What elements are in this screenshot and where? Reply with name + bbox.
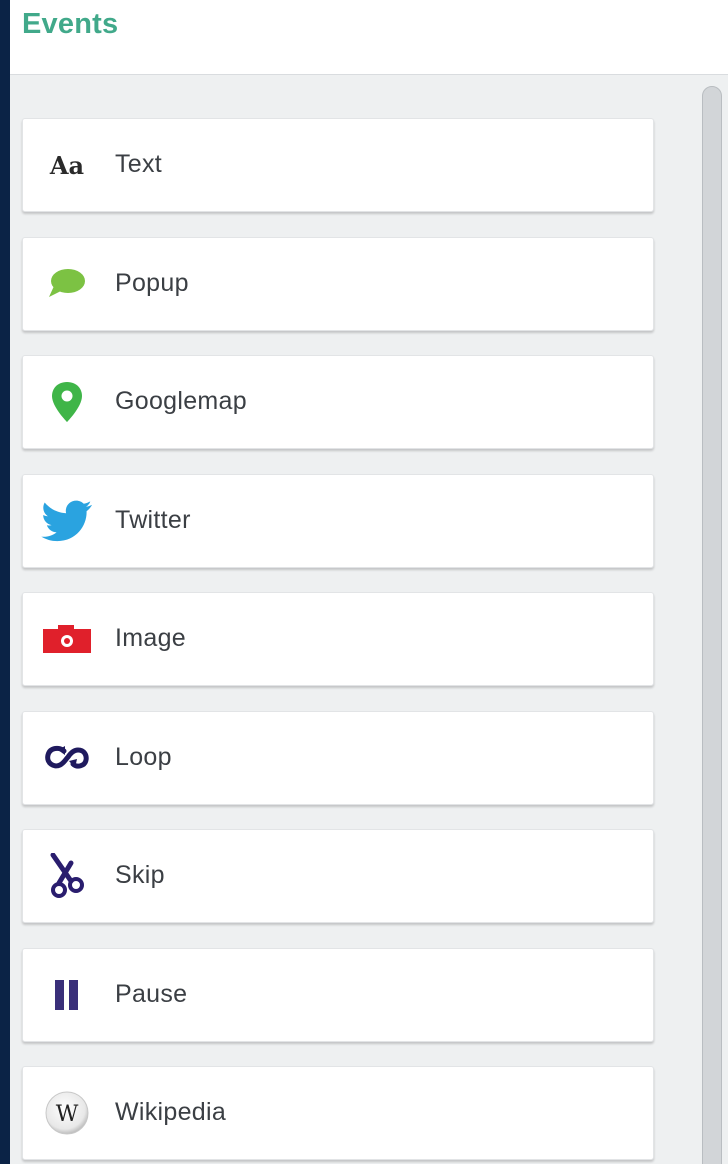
event-label: Wikipedia <box>115 1098 227 1126</box>
event-item-popup[interactable]: Popup <box>22 236 654 331</box>
event-item-image[interactable]: Image <box>22 592 654 686</box>
event-label: Loop <box>115 742 172 771</box>
text-icon: Aa <box>49 150 85 180</box>
map-pin-icon <box>41 378 93 426</box>
wikipedia-icon: W <box>41 1089 93 1137</box>
event-item-googlemap[interactable]: Googlemap <box>22 355 654 449</box>
loop-icon <box>41 734 93 782</box>
speech-bubble-icon <box>41 260 93 308</box>
event-item-pause[interactable]: Pause <box>22 947 654 1042</box>
event-label: Googlemap <box>115 387 247 415</box>
events-list: Aa Text Popup Googlemap Twitter Image Lo… <box>22 118 656 1164</box>
event-label: Image <box>115 624 186 652</box>
vertical-scrollbar[interactable] <box>702 86 722 1164</box>
event-label: Skip <box>115 861 165 889</box>
event-label: Popup <box>115 268 189 297</box>
event-item-text[interactable]: Aa Text <box>22 118 654 212</box>
event-item-twitter[interactable]: Twitter <box>22 473 654 568</box>
panel-title: Events <box>22 8 119 40</box>
event-label: Text <box>115 150 163 178</box>
event-item-wikipedia[interactable]: W Wikipedia <box>22 1066 654 1160</box>
event-item-skip[interactable]: Skip <box>22 829 654 923</box>
pause-icon <box>41 971 93 1019</box>
scissors-icon <box>41 852 93 900</box>
event-label: Pause <box>115 979 188 1008</box>
event-label: Twitter <box>115 505 191 534</box>
event-item-loop[interactable]: Loop <box>22 710 654 805</box>
svg-text:W: W <box>56 1102 79 1127</box>
panel-header: Events <box>10 0 728 75</box>
events-panel: Events Aa Text Popup Googlemap Twitter I… <box>10 0 728 1164</box>
camera-icon <box>41 615 93 663</box>
twitter-bird-icon <box>41 497 93 545</box>
